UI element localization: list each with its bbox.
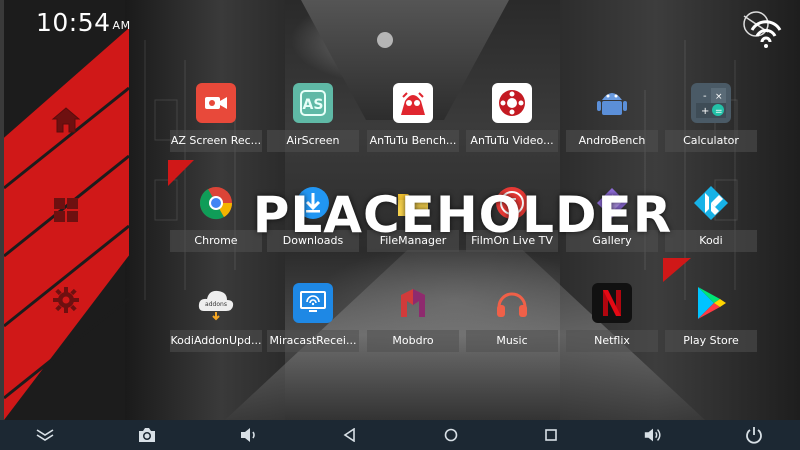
svg-text:=: =	[715, 107, 723, 117]
antutu-benchmark-icon	[393, 83, 433, 123]
app-label: AirScreen	[267, 130, 359, 152]
app-label: Netflix	[566, 330, 658, 352]
app-kodi-addon-updater[interactable]: addons KodiAddonUpd...	[170, 283, 262, 353]
volume-up-icon[interactable]	[643, 425, 663, 445]
wifi-icon	[743, 11, 782, 48]
app-label: AnTuTu Bench...	[367, 130, 459, 152]
placeholder-overlay: PLACEHOLDER	[252, 186, 673, 244]
recents-icon[interactable]	[541, 425, 561, 445]
app-label: Mobdro	[367, 330, 459, 352]
music-icon	[492, 283, 532, 323]
clock-ampm: AM	[112, 19, 131, 32]
netflix-icon	[592, 283, 632, 323]
app-airscreen[interactable]: AS AirScreen	[267, 83, 359, 153]
app-az-screen-recorder[interactable]: AZ Screen Rec...	[170, 83, 262, 153]
app-label: Calculator	[665, 130, 757, 152]
app-miracast-receiver[interactable]: MiracastRecei...	[267, 283, 359, 353]
play-store-icon	[691, 283, 731, 323]
app-androbench[interactable]: AndroBench	[566, 83, 658, 153]
kodi-addon-updater-icon: addons	[196, 283, 236, 323]
clock-time: 10:54	[36, 8, 111, 37]
app-label: Play Store	[665, 330, 757, 352]
back-icon[interactable]	[340, 425, 360, 445]
screenshot-icon[interactable]	[137, 425, 157, 445]
calculator-icon: - × + =	[691, 83, 731, 123]
svg-text:+: +	[701, 106, 709, 117]
svg-text:×: ×	[715, 92, 723, 102]
app-label: MiracastRecei...	[267, 330, 359, 352]
androbench-icon	[592, 83, 632, 123]
app-label: AZ Screen Rec...	[170, 130, 262, 152]
app-label: Music	[466, 330, 558, 352]
svg-text:addons: addons	[205, 301, 227, 308]
power-icon[interactable]	[744, 425, 764, 445]
settings-icon[interactable]	[49, 283, 83, 317]
miracast-receiver-icon	[293, 283, 333, 323]
navigation-bar	[0, 420, 800, 450]
status-clock: 10:54 AM	[36, 8, 131, 37]
airscreen-icon: AS	[293, 83, 333, 123]
app-play-store[interactable]: Play Store	[665, 283, 757, 353]
svg-text:-: -	[703, 91, 707, 102]
app-calculator[interactable]: - × + = Calculator	[665, 83, 757, 153]
home-circle-icon[interactable]	[441, 425, 461, 445]
mobdro-icon	[393, 283, 433, 323]
az-screen-recorder-icon	[196, 83, 236, 123]
app-label: KodiAddonUpd...	[170, 330, 262, 352]
expand-icon[interactable]	[35, 425, 55, 445]
app-antutu-video[interactable]: AnTuTu Video...	[466, 83, 558, 153]
svg-text:AS: AS	[303, 97, 324, 113]
volume-down-icon[interactable]	[239, 425, 259, 445]
app-mobdro[interactable]: Mobdro	[367, 283, 459, 353]
apps-grid-icon[interactable]	[49, 193, 83, 227]
app-netflix[interactable]: Netflix	[566, 283, 658, 353]
home-icon[interactable]	[49, 103, 83, 137]
status-area	[734, 10, 786, 50]
app-antutu-benchmark[interactable]: AnTuTu Bench...	[367, 83, 459, 153]
sidebar: 10:54 AM	[0, 0, 130, 420]
app-label: AnTuTu Video...	[466, 130, 558, 152]
app-music[interactable]: Music	[466, 283, 558, 353]
app-label: AndroBench	[566, 130, 658, 152]
antutu-video-icon	[492, 83, 532, 123]
